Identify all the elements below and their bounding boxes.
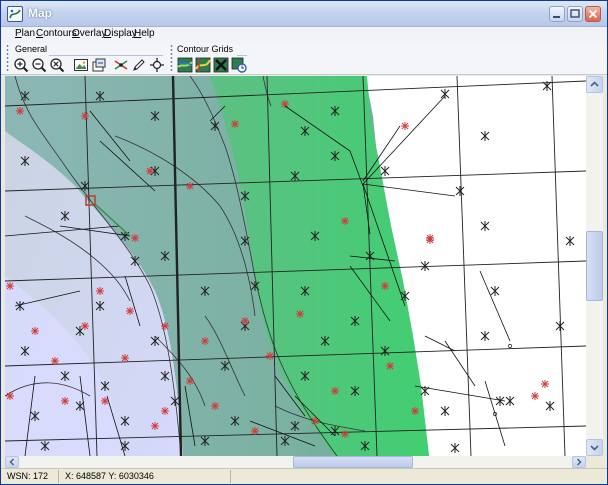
maximize-button[interactable] (567, 6, 583, 22)
map-window: Map Plan Contours Overlay Display Help G… (0, 0, 608, 485)
image-button[interactable] (73, 57, 89, 73)
close-icon (588, 9, 598, 19)
status-empty (233, 470, 605, 483)
scroll-right-button[interactable] (572, 456, 586, 468)
export-icon (92, 58, 106, 72)
toolbar-grip[interactable] (170, 44, 173, 72)
grid-shade-button[interactable] (195, 57, 211, 73)
zoom-out-button[interactable] (31, 57, 47, 73)
toolbar-general-title: General (15, 44, 48, 54)
menu-help[interactable]: Help (134, 28, 155, 39)
zoom-in-button[interactable] (13, 57, 29, 73)
grid-x-button[interactable] (213, 57, 229, 73)
grid-refresh-icon (231, 57, 247, 73)
toolbar-contour-grids-title: Contour Grids (177, 44, 234, 54)
crosshair-button[interactable] (149, 57, 165, 73)
status-bar: WSN: 172 X: 648587 Y: 6030346 (1, 468, 607, 484)
chevron-up-icon (590, 81, 599, 87)
vertical-scroll-thumb[interactable] (586, 231, 603, 301)
toolbar-divider (49, 55, 163, 56)
well-link-icon (114, 60, 128, 70)
grid-shade-icon (195, 57, 211, 73)
image-icon (74, 59, 88, 71)
status-wsn: WSN: 172 (3, 470, 59, 483)
pen-icon (133, 59, 145, 71)
pen-button[interactable] (131, 57, 147, 73)
scroll-up-button[interactable] (586, 76, 603, 93)
menu-display[interactable]: Display (104, 28, 137, 39)
window-title: Map (28, 6, 52, 20)
menu-contours[interactable]: Contours (36, 28, 77, 39)
grid-x-icon (213, 57, 229, 73)
zoom-in-icon (14, 58, 29, 73)
minimize-icon (553, 16, 560, 18)
chevron-down-icon (590, 445, 599, 451)
grid-color-button[interactable] (177, 57, 193, 73)
close-button[interactable] (585, 6, 601, 22)
zoom-out-icon (32, 58, 47, 73)
title-bar[interactable]: Map (1, 1, 607, 27)
map-app-icon (7, 6, 23, 22)
grid-color-icon (177, 57, 193, 73)
menu-bar: Plan Contours Overlay Display Help (1, 27, 607, 43)
scroll-down-button[interactable] (586, 439, 603, 456)
maximize-icon (570, 9, 580, 18)
toolbar-divider (237, 55, 247, 56)
crosshair-icon (150, 58, 164, 72)
horizontal-scroll-thumb[interactable] (293, 456, 413, 468)
status-coordinates: X: 648587 Y: 6030346 (61, 470, 231, 483)
scroll-left-button[interactable] (5, 456, 19, 468)
well-link-button[interactable] (113, 57, 129, 73)
toolbar-general: General (3, 44, 165, 74)
grid-refresh-button[interactable] (231, 57, 247, 73)
zoom-extent-button[interactable] (49, 57, 65, 73)
export-button[interactable] (91, 57, 107, 73)
toolbar-grip[interactable] (6, 44, 9, 72)
zoom-extent-icon (50, 58, 65, 73)
horizontal-scrollbar[interactable] (5, 456, 586, 468)
map-canvas[interactable] (5, 76, 586, 456)
toolbar-area: General Contour Grids (1, 43, 607, 75)
chevron-right-icon (576, 458, 582, 466)
minimize-button[interactable] (549, 6, 565, 22)
vertical-scrollbar[interactable] (586, 76, 603, 456)
toolbar-contour-grids: Contour Grids (167, 44, 249, 74)
chevron-left-icon (9, 458, 15, 466)
menu-overlay[interactable]: Overlay (72, 28, 106, 39)
menu-plan[interactable]: Plan (15, 28, 35, 39)
